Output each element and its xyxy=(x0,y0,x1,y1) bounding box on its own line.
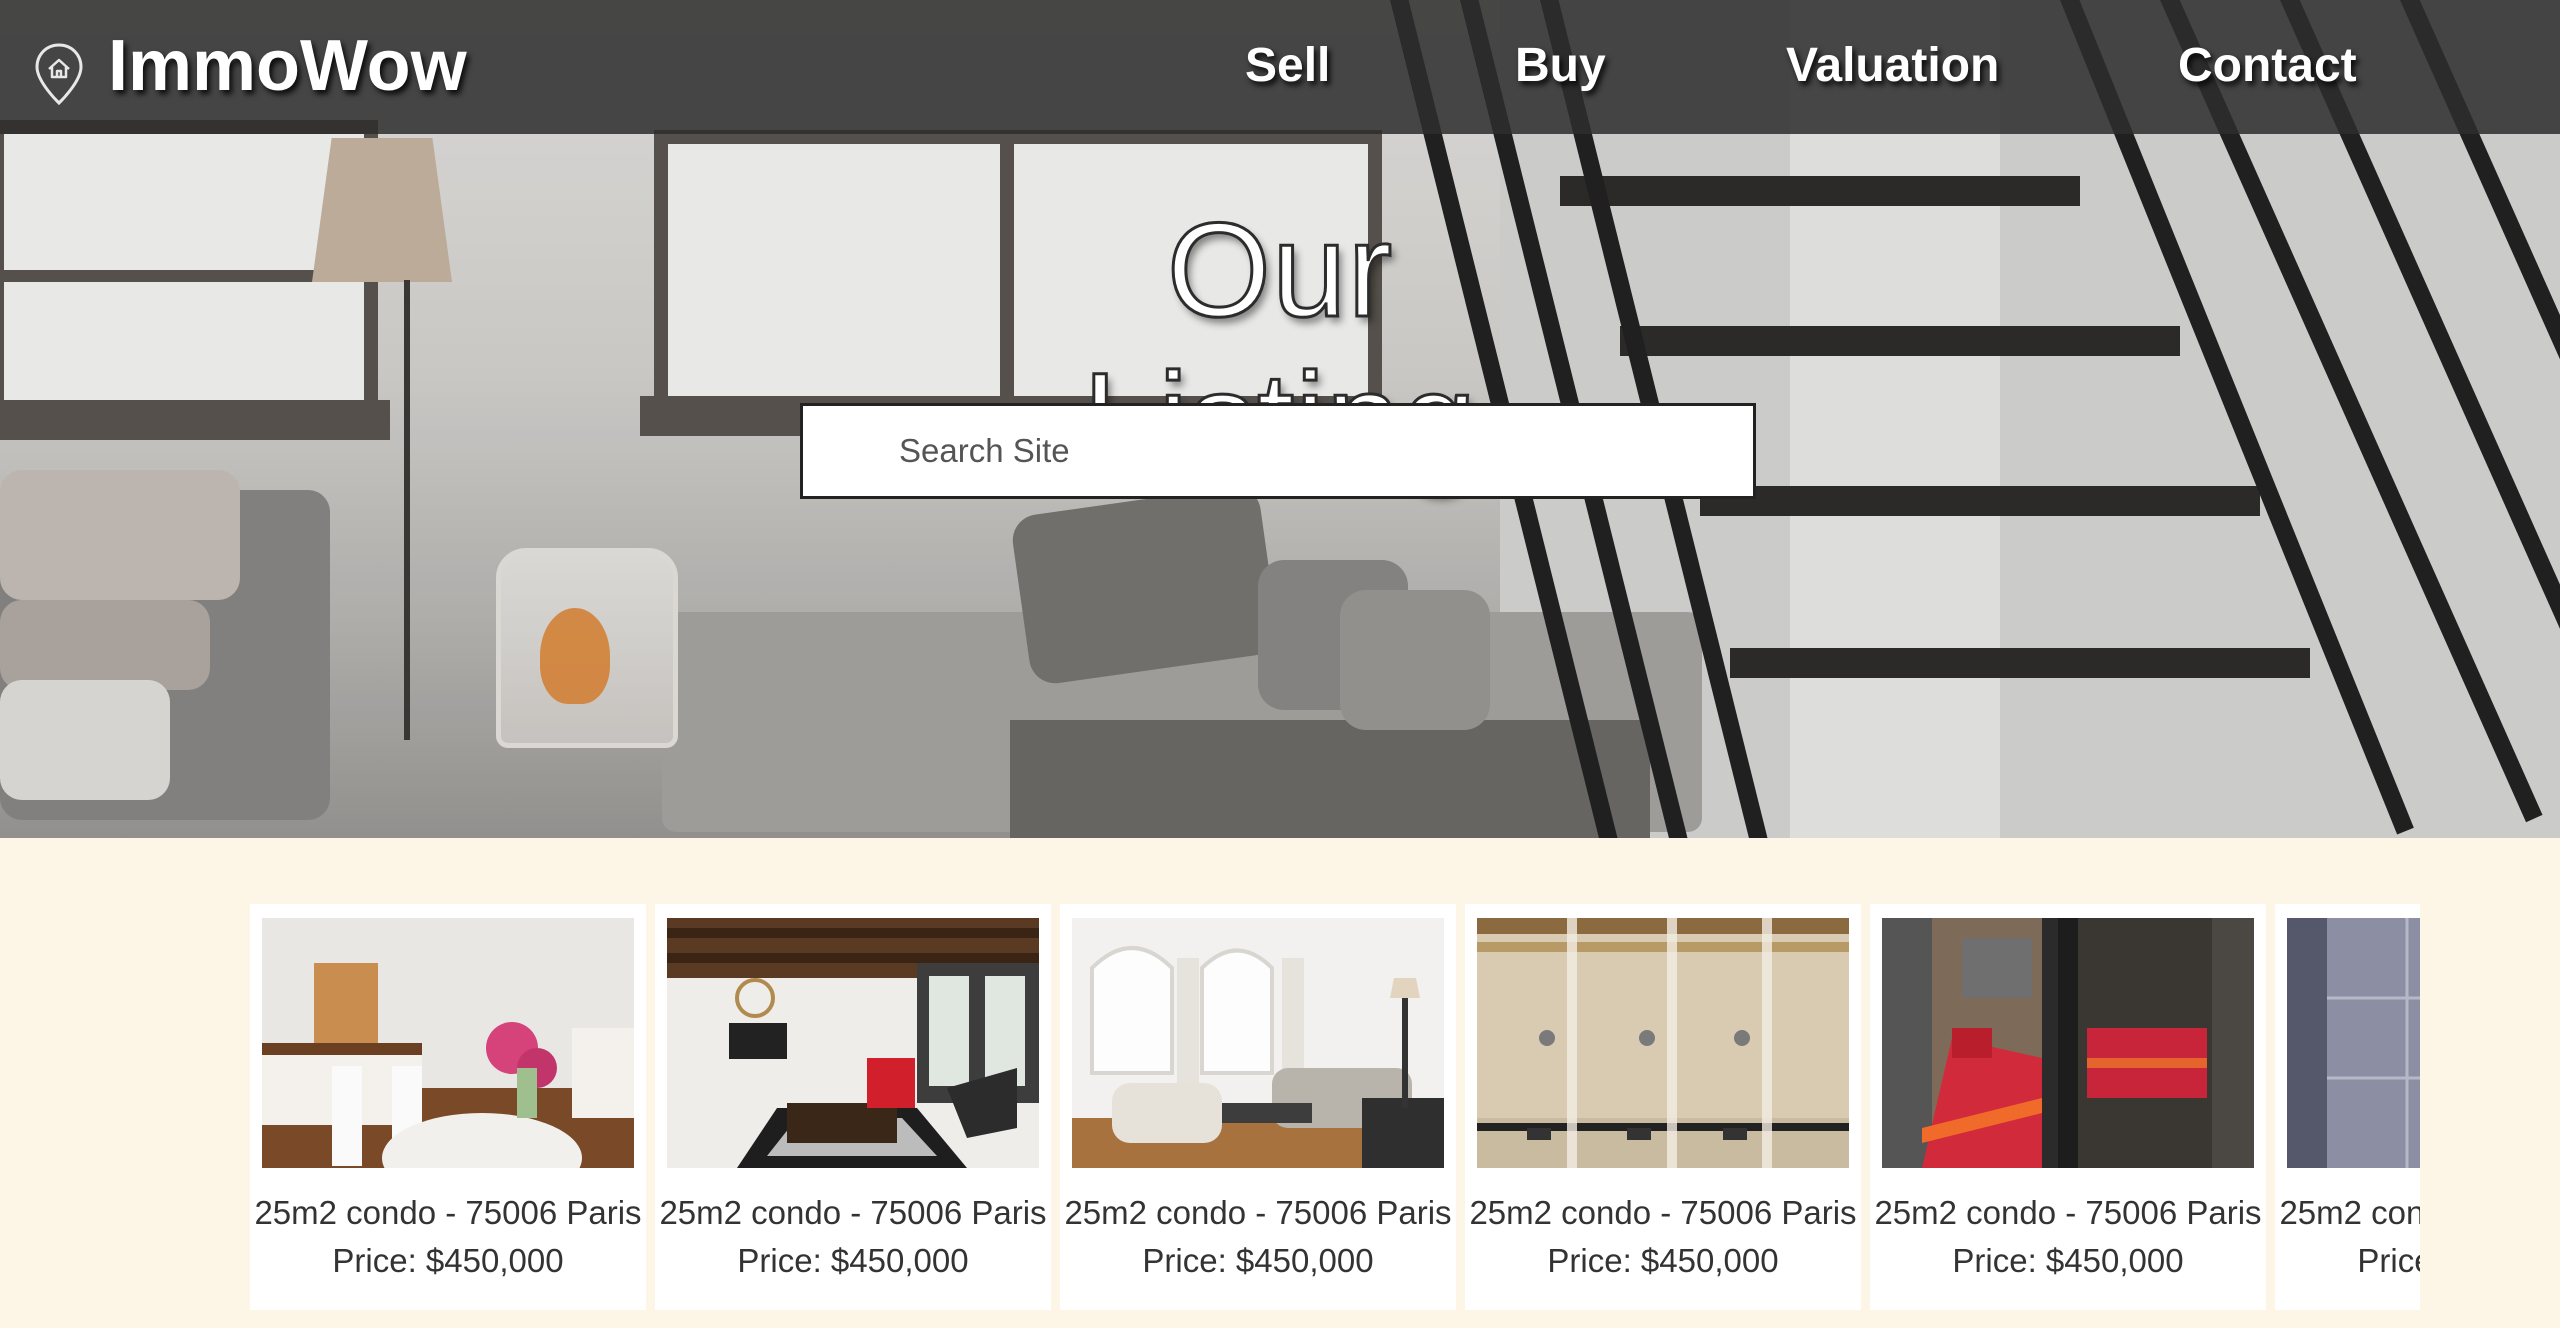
listing-title: 25m2 condo - 75006 Paris xyxy=(1874,1194,2262,1231)
listing-card[interactable]: 25m2 condo - 75006 Paris Price: $450,000 xyxy=(1870,904,2266,1310)
listing-title: 25m2 condo - 75006 Paris xyxy=(2279,1194,2420,1231)
nav-link-valuation[interactable]: Valuation xyxy=(1786,34,1999,98)
listing-card[interactable]: 25m2 condo - 75006 Paris Price: $450,000 xyxy=(655,904,1051,1310)
listing-card[interactable]: 25m2 condo - 75006 Paris Price: $450,000 xyxy=(2275,904,2420,1310)
listing-card[interactable]: 25m2 condo - 75006 Paris Price: $450,000 xyxy=(250,904,646,1310)
listing-price: Price: $450,000 xyxy=(1142,1242,1374,1279)
listing-price: Price: $450,000 xyxy=(332,1242,564,1279)
nav-link-buy[interactable]: Buy xyxy=(1515,34,1606,98)
kitchen-photo xyxy=(262,918,634,1168)
nav-link-contact[interactable]: Contact xyxy=(2178,34,2357,98)
listing-title: 25m2 condo - 75006 Paris xyxy=(1469,1194,1857,1231)
top-navigation-bar: ImmoWow Sell Buy Valuation Contact xyxy=(0,0,2560,134)
listing-card[interactable]: 25m2 condo - 75006 Paris Price: $450,000 xyxy=(1465,904,1861,1310)
bedroom-photo xyxy=(1882,918,2254,1168)
search-input[interactable] xyxy=(800,403,1756,499)
home-pin-icon[interactable] xyxy=(34,42,84,106)
nav-link-sell[interactable]: Sell xyxy=(1245,34,1330,98)
listing-title: 25m2 condo - 75006 Paris xyxy=(1064,1194,1452,1231)
listing-price: Price: $450,000 xyxy=(2357,1242,2420,1279)
listing-price: Price: $450,000 xyxy=(737,1242,969,1279)
brand-logo-text[interactable]: ImmoWow xyxy=(108,26,467,106)
bathroom-tiles-photo xyxy=(2287,918,2420,1168)
listing-title: 25m2 condo - 75006 Paris xyxy=(254,1194,642,1231)
listing-price: Price: $450,000 xyxy=(1547,1242,1779,1279)
loft-living-room-photo xyxy=(667,918,1039,1168)
shower-photo xyxy=(1477,918,1849,1168)
listing-title: 25m2 condo - 75006 Paris xyxy=(659,1194,1047,1231)
living-room-photo xyxy=(1072,918,1444,1168)
listing-carousel[interactable]: 25m2 condo - 75006 Paris Price: $450,000 xyxy=(250,904,2420,1310)
listing-card[interactable]: 25m2 condo - 75006 Paris Price: $450,000 xyxy=(1060,904,1456,1310)
listing-price: Price: $450,000 xyxy=(1952,1242,2184,1279)
